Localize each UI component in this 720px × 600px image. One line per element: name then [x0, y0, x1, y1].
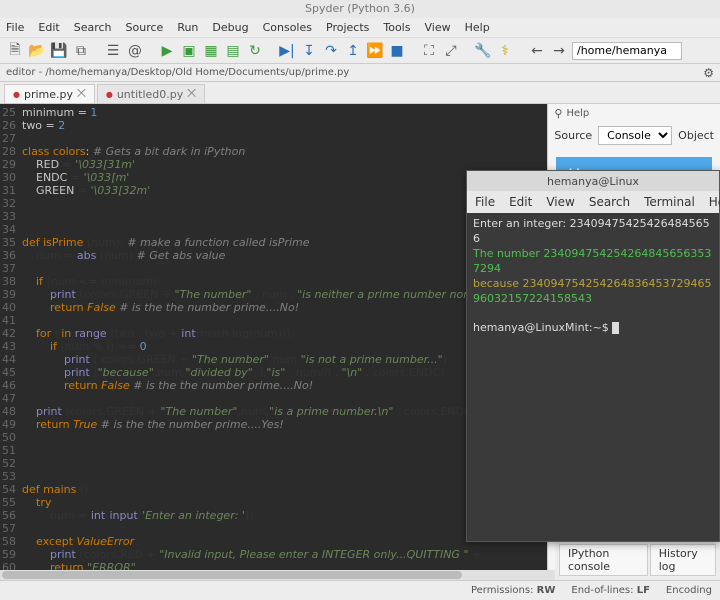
tab-untitled0-py[interactable]: ●untitled0.py ⨉ [97, 84, 205, 103]
term-menu-search[interactable]: Search [589, 195, 630, 209]
rerun-icon[interactable]: ↻ [246, 42, 264, 60]
help-title: Help [566, 108, 589, 119]
menu-debug[interactable]: Debug [212, 21, 248, 34]
editor-gear-icon[interactable]: ⚙ [703, 66, 714, 80]
terminal-window[interactable]: hemanya@Linux File Edit View Search Terminal… [466, 170, 720, 542]
source-select[interactable]: Console [598, 126, 672, 145]
save-icon[interactable]: 💾 [50, 42, 68, 60]
object-label: Object [678, 129, 714, 142]
editor-tabs: ●prime.py ⨉●untitled0.py ⨉ [0, 82, 720, 104]
list-icon[interactable]: ☰ [104, 42, 122, 60]
statusbar: Permissions: RW End-of-lines: LF Encodin… [0, 580, 720, 600]
menu-file[interactable]: File [6, 21, 24, 34]
terminal-menubar: File Edit View Search Terminal Help [467, 191, 719, 213]
term-menu-terminal[interactable]: Terminal [644, 195, 695, 209]
run-icon[interactable]: ▶ [158, 42, 176, 60]
window-title: Spyder (Python 3.6) [0, 0, 720, 18]
editor-path-label: editor - /home/hemanya/Desktop/Old Home/… [6, 67, 349, 78]
forward-icon[interactable]: → [550, 42, 568, 60]
menu-help[interactable]: Help [465, 21, 490, 34]
menu-source[interactable]: Source [126, 21, 164, 34]
debug-into-icon[interactable]: ↧ [300, 42, 318, 60]
debug-out-icon[interactable]: ↥ [344, 42, 362, 60]
maximize-icon[interactable]: ⛶ [420, 42, 438, 60]
save-all-icon[interactable]: ⧉ [72, 42, 90, 60]
menubar: File Edit Search Source Run Debug Consoles Proj… [0, 18, 720, 38]
run-cell-icon[interactable]: ▣ [180, 42, 198, 60]
tab-prime-py[interactable]: ●prime.py ⨉ [4, 84, 95, 103]
new-file-icon[interactable]: 🗎 [6, 42, 24, 60]
menu-edit[interactable]: Edit [38, 21, 59, 34]
python-icon[interactable]: ⚕ [496, 42, 514, 60]
fullscreen-icon[interactable]: ⤢ [442, 42, 460, 60]
help-gear-icon[interactable]: ⚲ [554, 107, 562, 120]
menu-run[interactable]: Run [177, 21, 198, 34]
menu-search[interactable]: Search [74, 21, 112, 34]
term-menu-help[interactable]: Help [709, 195, 720, 209]
editor-header: editor - /home/hemanya/Desktop/Old Home/… [0, 64, 720, 82]
debug-stop-icon[interactable]: ■ [388, 42, 406, 60]
back-icon[interactable]: ← [528, 42, 546, 60]
debug-over-icon[interactable]: ↷ [322, 42, 340, 60]
editor-scrollbar[interactable] [0, 570, 555, 580]
path-input[interactable] [572, 42, 682, 60]
menu-projects[interactable]: Projects [326, 21, 369, 34]
bottom-tab-ipython-console[interactable]: IPython console [559, 544, 648, 576]
run-selection-icon[interactable]: ▤ [224, 42, 242, 60]
menu-consoles[interactable]: Consoles [263, 21, 312, 34]
bottom-tabs: IPython consoleHistory log [555, 541, 720, 578]
term-menu-view[interactable]: View [546, 195, 574, 209]
run-cell-advance-icon[interactable]: ▦ [202, 42, 220, 60]
wrench-icon[interactable]: 🔧 [474, 42, 492, 60]
at-icon[interactable]: @ [126, 42, 144, 60]
debug-step-icon[interactable]: ▶| [278, 42, 296, 60]
toolbar: 🗎 📂 💾 ⧉ ☰ @ ▶ ▣ ▦ ▤ ↻ ▶| ↧ ↷ ↥ ⏩ ■ ⛶ ⤢ 🔧… [0, 38, 720, 64]
term-menu-edit[interactable]: Edit [509, 195, 532, 209]
debug-continue-icon[interactable]: ⏩ [366, 42, 384, 60]
menu-view[interactable]: View [424, 21, 450, 34]
menu-tools[interactable]: Tools [383, 21, 410, 34]
source-label: Source [554, 129, 592, 142]
term-menu-file[interactable]: File [475, 195, 495, 209]
bottom-tab-history-log[interactable]: History log [650, 544, 716, 576]
terminal-title: hemanya@Linux [467, 171, 719, 191]
terminal-body[interactable]: Enter an integer: 234094754254264845656 … [467, 213, 719, 340]
open-folder-icon[interactable]: 📂 [28, 42, 46, 60]
